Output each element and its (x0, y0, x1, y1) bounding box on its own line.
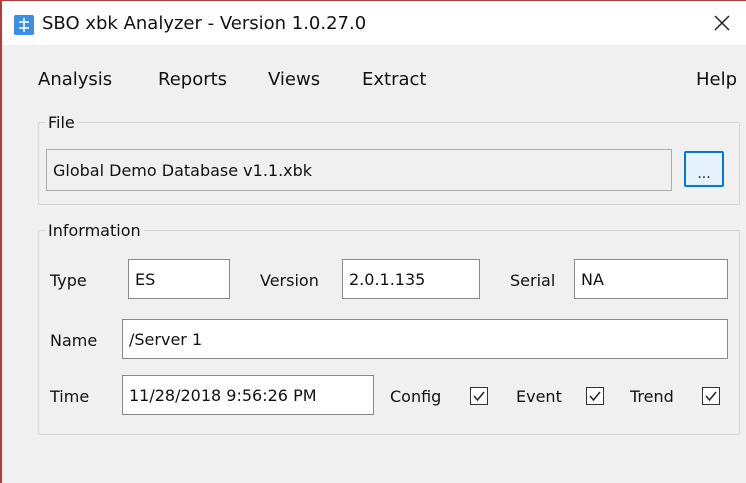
browse-button[interactable]: ... (684, 151, 724, 187)
time-label: Time (50, 387, 90, 406)
trend-label: Trend (630, 387, 674, 406)
checkmark-icon (705, 391, 717, 402)
event-checkbox[interactable] (586, 387, 604, 405)
time-field[interactable]: 11/28/2018 9:56:26 PM (122, 375, 374, 415)
menu-extract[interactable]: Extract (362, 69, 426, 90)
menu-reports[interactable]: Reports (158, 69, 227, 90)
name-field[interactable]: /Server 1 (122, 319, 728, 359)
menu-analysis[interactable]: Analysis (38, 69, 112, 90)
menu-views[interactable]: Views (268, 69, 320, 90)
config-label: Config (390, 387, 442, 406)
title-bar: SBO xbk Analyzer - Version 1.0.27.0 (2, 1, 746, 45)
version-field[interactable]: 2.0.1.135 (342, 259, 480, 299)
information-group-legend: Information (48, 221, 141, 240)
serial-label: Serial (510, 271, 556, 290)
close-button[interactable] (706, 7, 738, 39)
checkmark-icon (473, 391, 485, 402)
config-checkbox[interactable] (470, 387, 488, 405)
menu-bar: Analysis Reports Views Extract Help (2, 69, 746, 99)
file-group-legend: File (48, 113, 75, 132)
checkmark-icon (589, 391, 601, 402)
type-label: Type (50, 271, 87, 290)
name-label: Name (50, 331, 98, 350)
menu-help[interactable]: Help (696, 69, 737, 90)
app-window: SBO xbk Analyzer - Version 1.0.27.0 Anal… (0, 0, 746, 483)
window-title: SBO xbk Analyzer - Version 1.0.27.0 (42, 13, 367, 34)
close-icon (714, 15, 730, 31)
event-label: Event (516, 387, 562, 406)
app-icon (14, 15, 34, 35)
trend-checkbox[interactable] (702, 387, 720, 405)
serial-field[interactable]: NA (574, 259, 728, 299)
type-field[interactable]: ES (128, 259, 230, 299)
file-path-field[interactable]: Global Demo Database v1.1.xbk (46, 149, 672, 191)
version-label: Version (260, 271, 319, 290)
